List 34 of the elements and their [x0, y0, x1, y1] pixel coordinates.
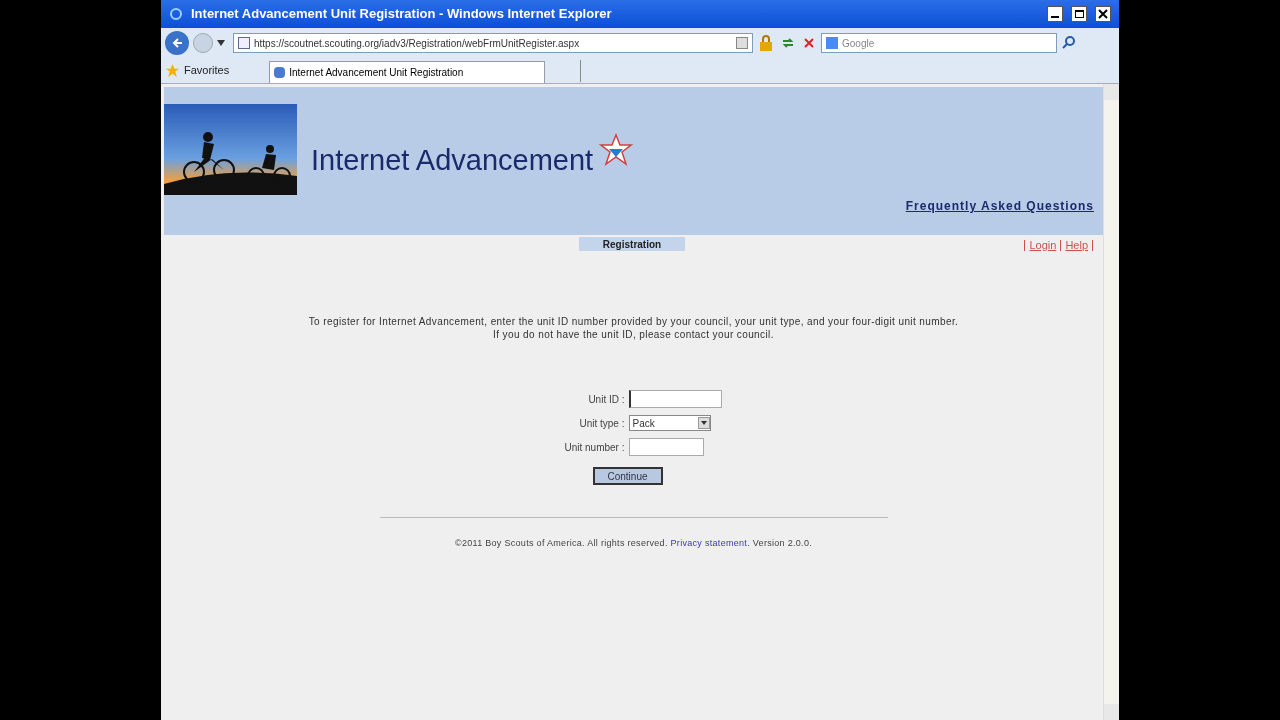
search-input: Google: [842, 35, 1052, 51]
instruction-text: If you do not have the unit ID, please contact your council.: [493, 328, 774, 341]
footer-text: ©2011 Boy Scouts of America. All rights reserved. Privacy statement. Version 2.0.0.: [453, 537, 813, 550]
favorites-button[interactable]: Favorites: [184, 62, 230, 79]
minimize-button[interactable]: [1047, 6, 1063, 22]
field-label: Unit type :: [578, 416, 625, 431]
back-arrow-icon: [171, 37, 183, 49]
emblem-icon: [599, 133, 634, 167]
close-button[interactable]: [1095, 6, 1111, 22]
search-icon[interactable]: [1061, 35, 1077, 51]
instruction-text: To register for Internet Advancement, enter the unit ID number provided by your council, your unit type, and your four-digit unit number.: [308, 315, 959, 328]
maximize-button[interactable]: [1071, 6, 1087, 22]
field-label: Unit number :: [563, 440, 625, 455]
browser-icon: [169, 7, 183, 21]
star-icon[interactable]: [165, 63, 180, 78]
lock-icon[interactable]: [757, 34, 775, 52]
search-field[interactable]: Google: [821, 33, 1057, 53]
unit-type-select[interactable]: Pack: [628, 415, 711, 431]
text-field[interactable]: [628, 390, 722, 408]
address-field[interactable]: https://scoutnet.scouting.org/iadv3/Registration/webFrmUnitRegister.aspx: [233, 33, 753, 53]
dropdown-icon[interactable]: [217, 40, 225, 46]
browser-tab[interactable]: Internet Advancement Unit Registration: [269, 61, 546, 83]
back-button[interactable]: [165, 31, 189, 55]
privacy-link[interactable]: Privacy statement.: [670, 538, 750, 548]
close-icon: [1098, 9, 1108, 19]
window-title: Internet Advancement Unit Registration - Windows Internet Explorer: [191, 5, 613, 24]
faq-link[interactable]: Frequently Asked Questions: [905, 197, 1094, 215]
site-title: Internet Advancement: [311, 143, 594, 175]
nav-link[interactable]: Login: [1029, 237, 1057, 254]
text-field[interactable]: [628, 438, 704, 456]
continue-button[interactable]: Continue: [592, 467, 663, 485]
field-label: Unit ID :: [587, 392, 625, 407]
nav-link[interactable]: Help: [1065, 237, 1088, 254]
caret-icon: [700, 421, 707, 425]
